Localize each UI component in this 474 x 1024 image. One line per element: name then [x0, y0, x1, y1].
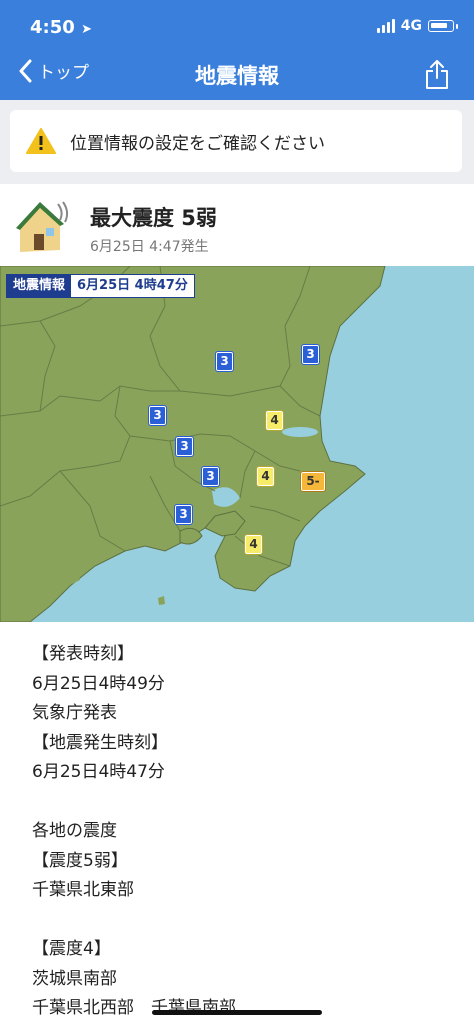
report-line [32, 906, 452, 936]
shaking-house-icon [16, 201, 69, 252]
report-line: 6月25日4時47分 [32, 762, 165, 782]
status-icons: 4G [376, 18, 458, 34]
signal-icon [376, 19, 395, 33]
report-line: 各地の震度 [32, 821, 117, 841]
report-line: 6月25日4時49分 [32, 673, 165, 694]
intensity-marker[interactable]: 3 [215, 351, 234, 372]
map-label-date: 6月25日 4時47分 [77, 278, 188, 293]
report-body: 【発表時刻】 6月25日4時49分 気象庁発表 【地震発生時刻】 6月25日4時… [32, 640, 452, 1024]
report-line: 【震度4】 [32, 939, 111, 959]
network-label: 4G [400, 18, 422, 34]
intensity-marker[interactable]: 3 [148, 405, 167, 426]
warning-icon [26, 128, 56, 154]
intensity-marker[interactable]: 3 [201, 466, 220, 487]
home-indicator[interactable] [152, 1010, 322, 1015]
report-line: 【地震発生時刻】 [32, 732, 168, 753]
clock-text: 4:50 [30, 17, 75, 38]
report-line: 気象庁発表 [32, 703, 117, 723]
intensity-marker[interactable]: 5- [300, 471, 326, 492]
map-header-label: 地震情報 6月25日 4時47分 [6, 274, 195, 298]
report-line: 【震度5弱】 [32, 850, 128, 871]
quake-summary: 最大震度 5弱 6月25日 4:47発生 [0, 184, 474, 267]
notice-area: 位置情報の設定をご確認ください [0, 100, 474, 184]
report-line: 茨城県南部 [32, 968, 117, 989]
intensity-map[interactable]: 地震情報 6月25日 4時47分 3 3 3 3 3 3 4 4 5- 4 [0, 266, 474, 622]
intensity-marker[interactable]: 4 [244, 534, 263, 555]
battery-tip [456, 23, 458, 29]
notice-text: 位置情報の設定をご確認ください [70, 133, 325, 154]
report-line [32, 788, 452, 818]
intensity-marker[interactable]: 3 [174, 504, 193, 525]
report-line: 千葉県北東部 [32, 880, 134, 900]
intensity-marker[interactable]: 4 [256, 466, 275, 487]
max-intensity-title: 最大震度 5弱 [90, 206, 217, 230]
share-icon[interactable] [424, 58, 450, 90]
battery-icon [428, 20, 454, 32]
report-line: 千葉県北西部 千葉県南部 [32, 998, 236, 1018]
location-arrow-icon: ➤ [81, 22, 92, 37]
intensity-marker[interactable]: 3 [301, 344, 320, 365]
app-header: 4:50 ➤ 4G トップ 地震情報 [0, 0, 474, 100]
location-notice[interactable]: 位置情報の設定をご確認ください [10, 110, 462, 172]
report-line: 【発表時刻】 [32, 644, 134, 664]
status-time: 4:50 ➤ [30, 17, 92, 38]
intensity-marker[interactable]: 3 [175, 436, 194, 457]
page-title: 地震情報 [195, 64, 279, 88]
map-label-title: 地震情報 [7, 275, 72, 297]
map-land [0, 266, 386, 622]
intensity-marker[interactable]: 4 [265, 410, 284, 431]
occurrence-time: 6月25日 4:47発生 [90, 239, 209, 255]
